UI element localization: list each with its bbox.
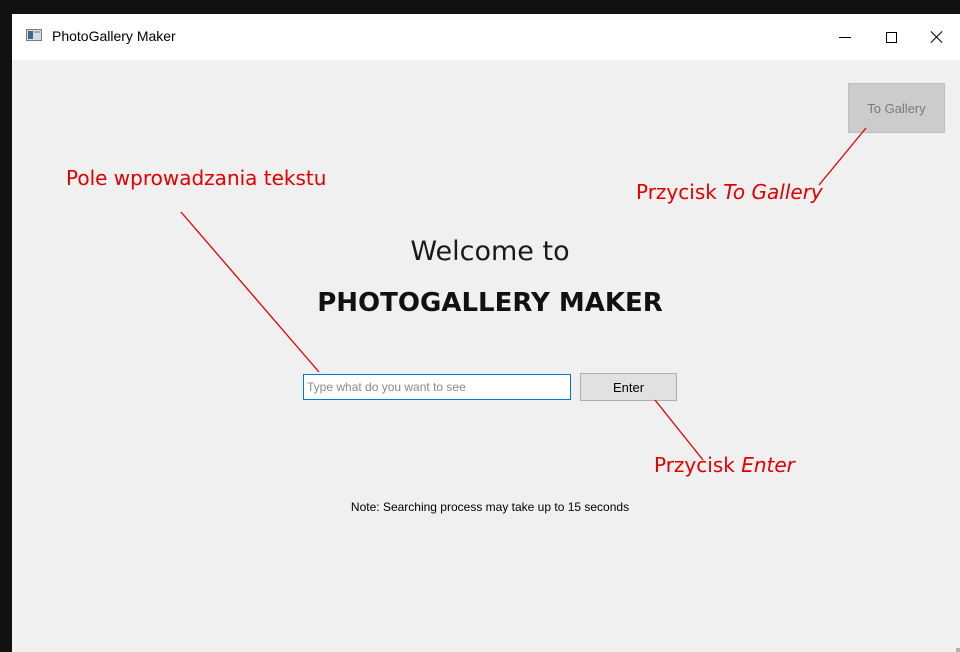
minimize-button[interactable] [822,14,868,60]
app-window: PhotoGallery Maker To Gallery Welcome to… [12,14,960,652]
to-gallery-button[interactable]: To Gallery [848,83,945,133]
annotation-enter: Przycisk Enter [654,453,795,477]
app-name-heading: PHOTOGALLERY MAKER [317,288,663,318]
search-input[interactable] [303,374,571,400]
app-window-icon [26,29,42,41]
close-icon [930,30,944,44]
resize-grip[interactable] [956,648,960,652]
annotation-to-gallery: Przycisk To Gallery [636,180,823,204]
window-title: PhotoGallery Maker [52,28,176,44]
annotation-gallery-name: To Gallery [723,180,823,204]
annotation-enter-prefix: Przycisk [654,453,742,477]
screen: PhotoGallery Maker To Gallery Welcome to… [0,0,960,652]
welcome-text: Welcome to [410,236,570,267]
close-button[interactable] [914,14,960,60]
minimize-icon [839,36,851,38]
desktop-frame-left [0,0,12,652]
annotation-input-field: Pole wprowadzania tekstu [66,166,326,190]
annotation-gallery-prefix: Przycisk [636,180,724,204]
enter-button[interactable]: Enter [580,373,677,401]
annotation-input-text: Pole wprowadzania tekstu [66,166,327,190]
title-bar[interactable]: PhotoGallery Maker [12,14,960,60]
maximize-button[interactable] [868,14,914,60]
annotation-enter-name: Enter [741,453,795,477]
maximize-icon [885,31,897,43]
desktop-frame-top [0,0,960,14]
search-note: Note: Searching process may take up to 1… [350,500,630,514]
